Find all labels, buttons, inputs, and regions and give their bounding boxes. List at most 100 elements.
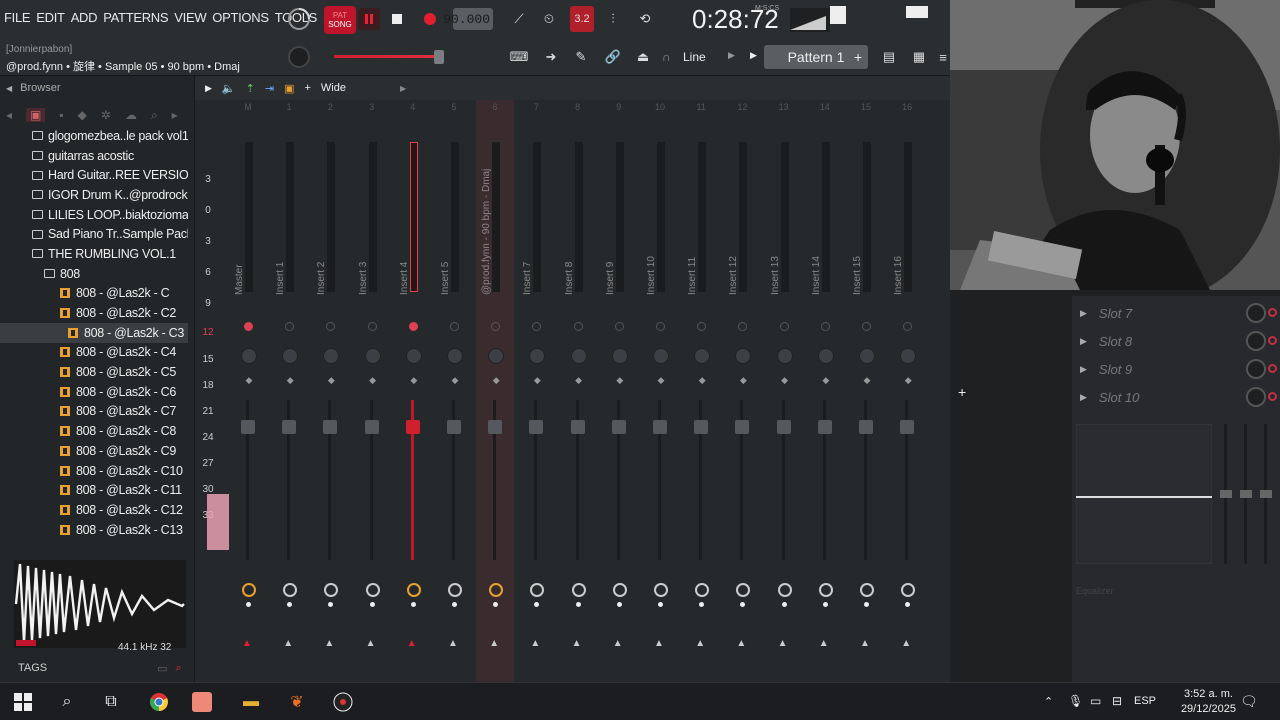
volume-fader-handle[interactable] [488, 420, 503, 434]
mixer-strip-7[interactable]: 7 Insert 7 ◆ ▲ [517, 100, 555, 682]
mixer-speaker-icon[interactable]: 🔈 [222, 82, 236, 95]
strip-enable-led[interactable] [491, 322, 501, 331]
strip-enable-led[interactable] [820, 322, 830, 331]
volume-fader-handle[interactable] [611, 420, 626, 434]
route-arrow-icon[interactable]: ▲ [736, 638, 746, 649]
slot-mix-knob[interactable] [1246, 303, 1266, 323]
route-arrow-icon[interactable]: ▲ [654, 638, 664, 649]
pan-knob[interactable] [859, 348, 875, 364]
route-arrow-icon[interactable]: ▲ [407, 638, 417, 649]
browser-folder[interactable]: Sad Piano Tr..Sample Pack [0, 224, 188, 244]
browser-file[interactable]: 808 - @Las2k - C10 [0, 461, 188, 481]
browser-folder[interactable]: glogomezbea..le pack vol1 [0, 126, 188, 146]
pan-knob[interactable] [488, 348, 505, 364]
browser-file[interactable]: 808 - @Las2k - C4 [0, 343, 188, 363]
pat-song-toggle[interactable]: PAT SONG [324, 6, 356, 34]
snap-mode[interactable]: Line [683, 50, 706, 64]
mixer-strip-4[interactable]: 4 Insert 4 ◆ ▲ [394, 100, 432, 682]
mixer-strip-16[interactable]: 16 Insert 16 ◆ ▲ [888, 100, 926, 682]
route-arrow-icon[interactable]: ▲ [283, 638, 293, 649]
mixer-arrow-icon[interactable]: ⇡ [246, 82, 255, 95]
playlist-button[interactable]: ▤ [878, 46, 900, 68]
route-send-knob[interactable] [736, 583, 751, 597]
route-send-knob[interactable] [365, 583, 380, 597]
fl-studio-icon[interactable]: ❦ [286, 691, 308, 713]
mixer-strip-1[interactable]: 1 Insert 1 ◆ ▲ [270, 100, 308, 682]
pan-knob[interactable] [405, 348, 422, 364]
star-icon[interactable]: ✲ [101, 108, 111, 122]
browser-folder[interactable]: 808 [0, 264, 188, 284]
task-view-icon[interactable]: ⧉ [100, 691, 122, 713]
strip-enable-led[interactable] [244, 322, 253, 331]
eq-faders[interactable] [1218, 424, 1278, 564]
mixer-color-icon[interactable]: ▣ [284, 82, 294, 95]
mixer-strip-15[interactable]: 15 Insert 15 ◆ ▲ [847, 100, 885, 682]
route-send-knob[interactable] [406, 583, 421, 597]
route-send-knob[interactable] [860, 583, 874, 597]
mixer-strip-8[interactable]: 8 Insert 8 ◆ ▲ [559, 100, 597, 682]
mixer-strip-10[interactable]: 10 Insert 10 ◆ ▲ [641, 100, 679, 682]
mixer-strip-9[interactable]: 9 Insert 9 ◆ ▲ [600, 100, 638, 682]
pan-knob[interactable] [776, 348, 793, 364]
route-send-knob[interactable] [777, 583, 792, 597]
pan-knob[interactable] [900, 348, 917, 364]
route-arrow-icon[interactable]: ▲ [778, 638, 788, 649]
browser-folder[interactable]: guitarras acostic [0, 146, 188, 166]
route-arrow-icon[interactable]: ▲ [242, 638, 252, 649]
volume-fader-handle[interactable] [776, 420, 791, 434]
pan-knob[interactable] [653, 348, 669, 364]
slot-play-icon[interactable]: ▶ [1080, 392, 1087, 403]
route-arrow-icon[interactable]: ▲ [366, 638, 376, 649]
pan-knob[interactable] [570, 348, 587, 364]
slot-enable-led[interactable] [1268, 392, 1277, 401]
mixer-strip-14[interactable]: 14 Insert 14 ◆ ▲ [806, 100, 844, 682]
strip-enable-led[interactable] [450, 322, 459, 331]
slot-play-icon[interactable]: ▶ [1080, 308, 1087, 319]
mixer-strip-6[interactable]: 6 @prod.fynn - 90 bpm - Dmaj ◆ ▲ [476, 100, 515, 682]
browser-file[interactable]: 808 - @Las2k - C9 [0, 441, 188, 461]
slot-enable-led[interactable] [1268, 336, 1277, 345]
obs-icon[interactable] [332, 691, 354, 713]
mixer-split-icon[interactable]: ⇥ [265, 82, 274, 95]
pitch-knob[interactable] [286, 6, 312, 32]
menu-add[interactable]: ADD [71, 10, 98, 25]
browser-file[interactable]: 808 - @Las2k - C12 [0, 500, 188, 520]
slot-enable-led[interactable] [1268, 308, 1277, 317]
file-explorer-icon[interactable]: ▬ [240, 691, 262, 713]
route-send-knob[interactable] [489, 583, 504, 597]
route-arrow-icon[interactable]: ▲ [819, 638, 829, 649]
menu-edit[interactable]: EDIT [36, 10, 65, 25]
snap-dropdown-icon[interactable]: ▶ [728, 50, 735, 61]
mixer-strip-11[interactable]: 11 Insert 11 ◆ ▲ [682, 100, 720, 682]
route-send-knob[interactable] [818, 583, 833, 597]
volume-fader-handle[interactable] [570, 420, 585, 434]
browser-file[interactable]: 808 - @Las2k - C7 [0, 402, 188, 422]
route-arrow-icon[interactable]: ▲ [572, 638, 582, 649]
expand-icon[interactable]: ▸ [172, 108, 178, 122]
pause-button[interactable] [358, 8, 380, 30]
strip-enable-led[interactable] [367, 322, 377, 331]
browser-file[interactable]: 808 - @Las2k - C3 [0, 322, 188, 343]
add-pattern-icon[interactable]: + [854, 49, 862, 65]
strip-enable-led[interactable] [779, 322, 789, 331]
pan-knob[interactable] [529, 348, 546, 364]
record-button[interactable] [419, 8, 441, 30]
slot-play-icon[interactable]: ▶ [1080, 336, 1087, 347]
route-send-knob[interactable] [448, 583, 462, 597]
pattern-selector[interactable]: Pattern 1 [764, 45, 868, 69]
volume-fader-handle[interactable] [653, 420, 667, 434]
route-send-knob[interactable] [612, 583, 627, 597]
browser-file[interactable]: 808 - @Las2k - C8 [0, 421, 188, 441]
fx-slot[interactable]: ▶ Slot 10 [1072, 384, 1280, 410]
route-send-knob[interactable] [901, 583, 916, 597]
pan-knob[interactable] [282, 348, 299, 364]
strip-enable-led[interactable] [614, 322, 624, 331]
battery-icon[interactable]: ▭ [1090, 694, 1101, 708]
step-forward-button[interactable]: ➜ [540, 46, 562, 68]
tempo-display[interactable]: 90.000 [443, 8, 493, 30]
browser-menu-icon[interactable]: ◀ [6, 84, 12, 93]
fx-slot[interactable]: ▶ Slot 9 [1072, 356, 1280, 382]
mixer-view-mode[interactable]: Wide [321, 82, 346, 94]
volume-fader-handle[interactable] [447, 420, 461, 434]
language-indicator[interactable]: ESP [1134, 695, 1156, 707]
